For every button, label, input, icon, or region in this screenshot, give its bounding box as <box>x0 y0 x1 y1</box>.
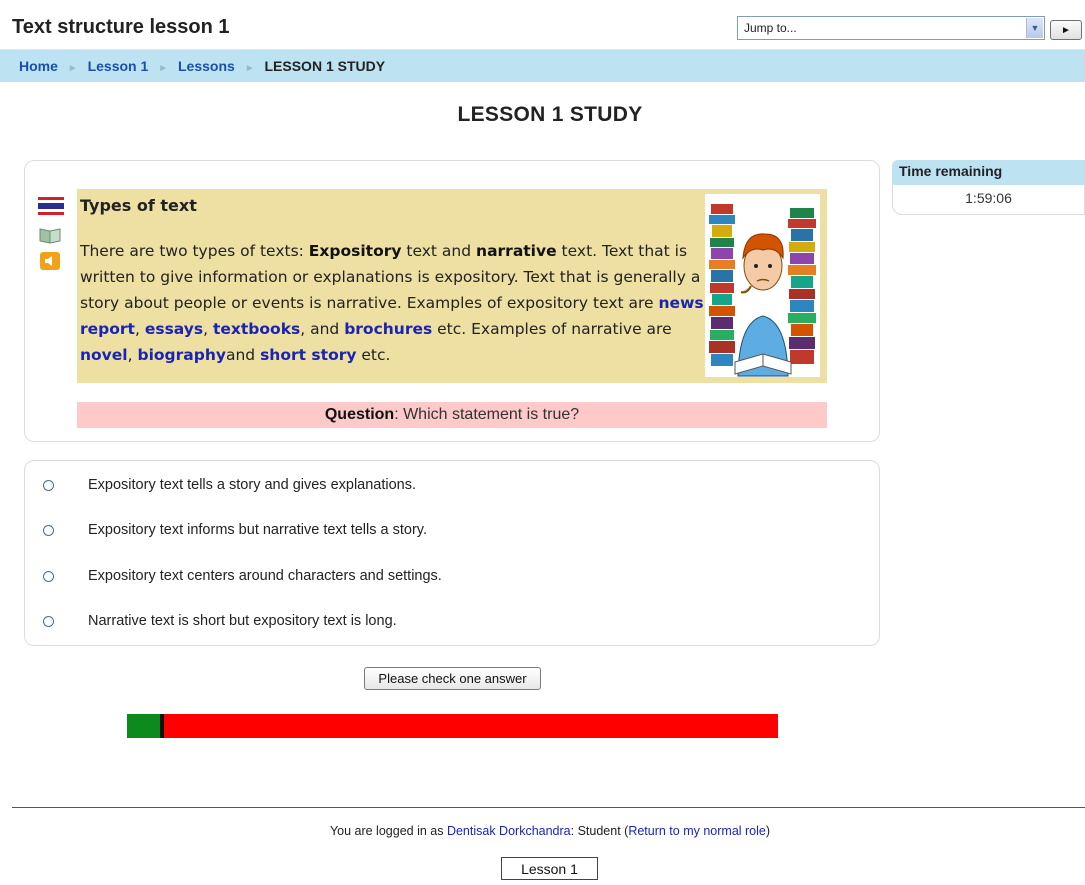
student-books-image <box>709 204 816 377</box>
lesson-home-button[interactable]: Lesson 1 <box>501 857 598 880</box>
link-novel[interactable]: novel <box>80 346 128 364</box>
breadcrumb-lessons-link[interactable]: Lessons <box>178 58 235 74</box>
return-role-link[interactable]: Return to my normal role <box>628 824 766 838</box>
link-biography[interactable]: biography <box>137 346 226 364</box>
jump-to-select[interactable]: Jump to... ▼ <box>737 16 1045 40</box>
term-expository: Expository <box>308 242 402 260</box>
book-icon[interactable] <box>39 226 61 244</box>
progress-marker <box>160 714 164 738</box>
answer-radio-3[interactable] <box>43 571 54 582</box>
answer-radio-1[interactable] <box>43 480 54 491</box>
breadcrumb-separator-icon: ► <box>67 63 78 74</box>
reader-illustration <box>705 194 820 377</box>
lesson-text: text and <box>401 242 477 260</box>
answer-option-1[interactable]: Expository text tells a story and gives … <box>88 477 416 493</box>
answer-option-3[interactable]: Expository text centers around character… <box>88 568 442 584</box>
answer-option-2[interactable]: Expository text informs but narrative te… <box>88 522 427 538</box>
lesson-text: and <box>225 346 261 364</box>
check-answer-button[interactable]: Please check one answer <box>364 667 541 690</box>
jump-to-selected-value: Jump to... <box>744 21 797 35</box>
answer-radio-2[interactable] <box>43 525 54 536</box>
progress-bar-track <box>127 714 778 738</box>
time-remaining-header: Time remaining <box>892 160 1085 185</box>
progress-bar-fill <box>127 714 160 738</box>
link-essays[interactable]: essays <box>145 320 203 338</box>
login-info: You are logged in as Dentisak Dorkchandr… <box>0 824 1085 838</box>
lesson-paragraph: There are two types of texts: Expository… <box>80 238 705 368</box>
question-label: Question <box>324 406 395 423</box>
question-bar: Question: Which statement is true? <box>77 402 827 428</box>
breadcrumb-separator-icon: ► <box>158 63 169 74</box>
breadcrumb-home-link[interactable]: Home <box>19 58 58 74</box>
lesson-text: , and <box>300 320 345 338</box>
go-button[interactable]: ► <box>1050 20 1082 40</box>
lesson-text: , <box>203 320 213 338</box>
answer-radio-4[interactable] <box>43 616 54 627</box>
lesson-text: , <box>127 346 138 364</box>
breadcrumb-current: LESSON 1 STUDY <box>264 58 386 74</box>
link-textbooks[interactable]: textbooks <box>213 320 300 338</box>
breadcrumb-separator-icon: ► <box>244 63 255 74</box>
speaker-icon[interactable] <box>40 252 60 270</box>
link-brochures[interactable]: brochures <box>344 320 432 338</box>
page-title: LESSON 1 STUDY <box>457 103 643 126</box>
term-narrative: narrative <box>476 242 557 260</box>
login-prefix: You are logged in as <box>329 824 447 838</box>
answer-option-4[interactable]: Narrative text is short but expository t… <box>88 613 397 629</box>
breadcrumb: Home ► Lesson 1 ► Lessons ► LESSON 1 STU… <box>19 58 385 74</box>
lesson-text: , <box>134 320 145 338</box>
close-paren: ) <box>765 824 771 838</box>
user-profile-link[interactable]: Dentisak Dorkchandra <box>447 824 571 838</box>
lesson-text: There are two types of texts: <box>80 242 309 260</box>
lesson-text: etc. <box>356 346 391 364</box>
thai-flag-icon[interactable] <box>38 197 64 215</box>
time-remaining-value: 1:59:06 <box>892 185 1085 215</box>
question-text: : Which statement is true? <box>394 406 580 423</box>
lesson-text: etc. Examples of narrative are <box>432 320 672 338</box>
lesson-heading: Types of text <box>80 196 197 215</box>
chevron-down-icon[interactable]: ▼ <box>1026 18 1043 38</box>
link-short-story[interactable]: short story <box>260 346 356 364</box>
footer-divider <box>12 807 1085 808</box>
breadcrumb-lesson-link[interactable]: Lesson 1 <box>88 58 149 74</box>
site-title: Text structure lesson 1 <box>12 16 230 38</box>
role-text: : Student ( <box>570 824 629 838</box>
